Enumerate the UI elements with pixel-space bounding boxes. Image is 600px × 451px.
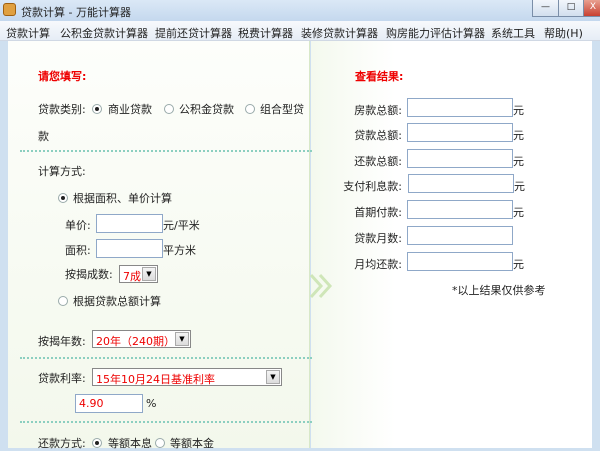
repay-equal-installment[interactable]: 等额本息 [108, 435, 152, 451]
unit-price-unit: 元/平米 [163, 219, 200, 232]
radio-method-area[interactable] [58, 193, 68, 203]
rate-label: 贷款利率: [38, 372, 86, 385]
loan-type-combined-wrap: 款 [38, 130, 49, 143]
result-label: 还款总额: [354, 155, 402, 168]
radio-equal-principal[interactable] [155, 438, 165, 448]
radio-method-total[interactable] [58, 296, 68, 306]
rate-select[interactable]: 15年10月24日基准利率 ▼ [92, 368, 282, 386]
divider [20, 421, 312, 423]
divider [20, 357, 312, 359]
menu-help[interactable]: 帮助(H) [544, 25, 583, 41]
chevron-right-icon [309, 273, 333, 299]
results-note: *以上结果仅供参考 [452, 284, 546, 297]
result-unit: 元 [513, 258, 524, 271]
result-unit: 元 [513, 206, 524, 219]
divider [20, 150, 312, 152]
down-payment-field[interactable] [407, 200, 513, 219]
years-select[interactable]: 20年（240期） ▼ [92, 330, 191, 348]
rate-unit: % [146, 397, 157, 410]
results-heading: 查看结果: [355, 70, 404, 83]
rate-value: 15年10月24日基准利率 [96, 373, 215, 386]
area-label: 面积: [65, 244, 91, 257]
years-value: 20年（240期） [96, 335, 175, 348]
result-unit: 元 [513, 129, 524, 142]
maximize-button[interactable]: □ [558, 0, 584, 17]
result-label: 月均还款: [354, 258, 402, 271]
chevron-down-icon: ▼ [142, 267, 156, 281]
repay-total-field[interactable] [407, 149, 513, 168]
menu-prepay[interactable]: 提前还贷计算器 [155, 25, 232, 41]
area-input[interactable] [96, 239, 163, 258]
menu-affordability[interactable]: 购房能力评估计算器 [386, 25, 485, 41]
title-bar: 贷款计算 - 万能计算器 — □ X [0, 0, 600, 21]
method-area-label[interactable]: 根据面积、单价计算 [73, 190, 172, 206]
monthly-payment-field[interactable] [407, 252, 513, 271]
repay-equal-principal[interactable]: 等额本金 [170, 435, 214, 451]
months-field[interactable] [407, 226, 513, 245]
result-label: 支付利息款: [343, 180, 402, 193]
result-unit: 元 [513, 104, 524, 117]
calc-method-label: 计算方式: [38, 165, 86, 178]
menu-decoration-loan[interactable]: 装修贷款计算器 [301, 25, 378, 41]
menu-tax[interactable]: 税费计算器 [238, 25, 293, 41]
result-label: 贷款总额: [354, 129, 402, 142]
repay-label: 还款方式: [38, 437, 86, 450]
loan-type-combined[interactable]: 组合型贷 [260, 101, 304, 117]
house-total-field[interactable] [407, 98, 513, 117]
result-unit: 元 [513, 155, 524, 168]
result-label: 首期付款: [354, 206, 402, 219]
loan-type-commercial[interactable]: 商业贷款 [108, 101, 152, 117]
years-label: 按揭年数: [38, 335, 86, 348]
ratio-label: 按揭成数: [65, 268, 113, 281]
result-label: 贷款月数: [354, 232, 402, 245]
unit-price-label: 单价: [65, 219, 91, 232]
radio-combined[interactable] [245, 104, 255, 114]
unit-price-input[interactable] [96, 214, 163, 233]
ratio-select[interactable]: 7成 ▼ [119, 265, 158, 283]
loan-type-fund[interactable]: 公积金贷款 [179, 101, 234, 117]
app-icon [3, 3, 16, 16]
area-unit: 平方米 [163, 244, 196, 257]
radio-fund[interactable] [164, 104, 174, 114]
loan-type-label: 贷款类别: [38, 103, 86, 116]
menu-tools[interactable]: 系统工具 [491, 25, 535, 41]
menu-fund-loan[interactable]: 公积金贷款计算器 [60, 25, 148, 41]
method-total-label[interactable]: 根据贷款总额计算 [73, 293, 161, 309]
minimize-button[interactable]: — [532, 0, 559, 17]
radio-equal-installment[interactable] [92, 438, 102, 448]
chevron-down-icon: ▼ [266, 370, 280, 384]
radio-commercial[interactable] [92, 104, 102, 114]
ratio-value: 7成 [123, 270, 141, 283]
result-label: 房款总额: [354, 104, 402, 117]
interest-field[interactable] [408, 174, 514, 193]
window-title: 贷款计算 - 万能计算器 [21, 6, 131, 19]
result-unit: 元 [514, 180, 525, 193]
chevron-down-icon: ▼ [175, 332, 189, 346]
menu-loan-calc[interactable]: 贷款计算 [6, 25, 50, 41]
rate-input[interactable]: 4.90 [75, 394, 143, 413]
loan-total-field[interactable] [407, 123, 513, 142]
menu-bar: 贷款计算 公积金贷款计算器 提前还贷计算器 税费计算器 装修贷款计算器 购房能力… [0, 21, 600, 41]
close-button[interactable]: X [583, 0, 600, 17]
input-heading: 请您填写: [38, 70, 87, 83]
